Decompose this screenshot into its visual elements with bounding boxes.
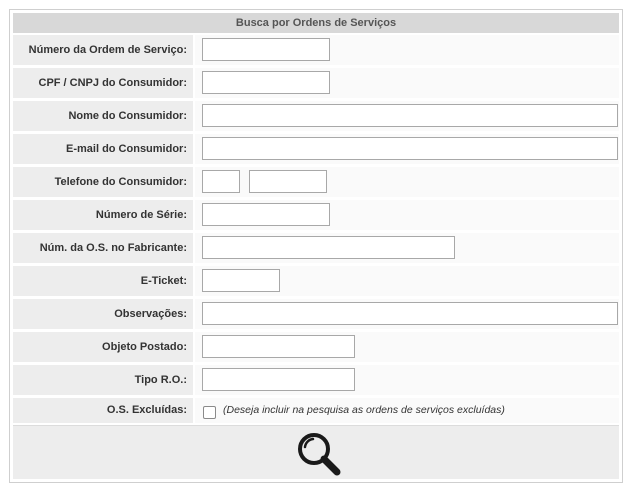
form-footer [13,425,619,479]
row-objeto-postado: Objeto Postado: [13,332,619,362]
cell-os-excluidas: (Deseja incluir na pesquisa as ordens de… [195,398,619,423]
os-excluidas-checkbox[interactable] [203,406,216,419]
numero-os-input[interactable] [202,38,330,61]
row-observacoes: Observações: [13,299,619,329]
search-form: Busca por Ordens de Serviços Número da O… [9,9,623,483]
cell-numero-os [195,35,619,65]
cell-os-fabricante [195,233,619,263]
row-os-excluidas: O.S. Excluídas: (Deseja incluir na pesqu… [13,398,619,423]
row-telefone: Telefone do Consumidor: [13,167,619,197]
label-os-excluidas: O.S. Excluídas: [13,398,193,423]
label-eticket: E-Ticket: [13,266,193,296]
label-nome: Nome do Consumidor: [13,101,193,131]
eticket-input[interactable] [202,269,280,292]
label-numero-os: Número da Ordem de Serviço: [13,35,193,65]
numero-serie-input[interactable] [202,203,330,226]
cell-tipo-ro [195,365,619,395]
cell-nome [195,101,619,131]
label-email: E-mail do Consumidor: [13,134,193,164]
label-objeto-postado: Objeto Postado: [13,332,193,362]
row-numero-os: Número da Ordem de Serviço: [13,35,619,65]
cell-numero-serie [195,200,619,230]
label-telefone: Telefone do Consumidor: [13,167,193,197]
email-input[interactable] [202,137,618,160]
magnifier-icon [298,433,341,476]
label-observacoes: Observações: [13,299,193,329]
cell-email [195,134,619,164]
row-tipo-ro: Tipo R.O.: [13,365,619,395]
row-cpf-cnpj: CPF / CNPJ do Consumidor: [13,68,619,98]
cell-telefone [195,167,619,197]
search-button[interactable] [293,429,343,477]
objeto-postado-input[interactable] [202,335,355,358]
cell-objeto-postado [195,332,619,362]
cell-observacoes [195,299,619,329]
label-cpf-cnpj: CPF / CNPJ do Consumidor: [13,68,193,98]
telefone-ddd-input[interactable] [202,170,240,193]
os-fabricante-input[interactable] [202,236,455,259]
cpf-cnpj-input[interactable] [202,71,330,94]
form-title: Busca por Ordens de Serviços [13,13,619,33]
row-numero-serie: Número de Série: [13,200,619,230]
cell-eticket [195,266,619,296]
os-excluidas-note: (Deseja incluir na pesquisa as ordens de… [223,404,505,416]
label-tipo-ro: Tipo R.O.: [13,365,193,395]
row-eticket: E-Ticket: [13,266,619,296]
tipo-ro-input[interactable] [202,368,355,391]
row-os-fabricante: Núm. da O.S. no Fabricante: [13,233,619,263]
label-numero-serie: Número de Série: [13,200,193,230]
cell-cpf-cnpj [195,68,619,98]
observacoes-input[interactable] [202,302,618,325]
nome-input[interactable] [202,104,618,127]
telefone-numero-input[interactable] [249,170,327,193]
row-nome: Nome do Consumidor: [13,101,619,131]
row-email: E-mail do Consumidor: [13,134,619,164]
label-os-fabricante: Núm. da O.S. no Fabricante: [13,233,193,263]
